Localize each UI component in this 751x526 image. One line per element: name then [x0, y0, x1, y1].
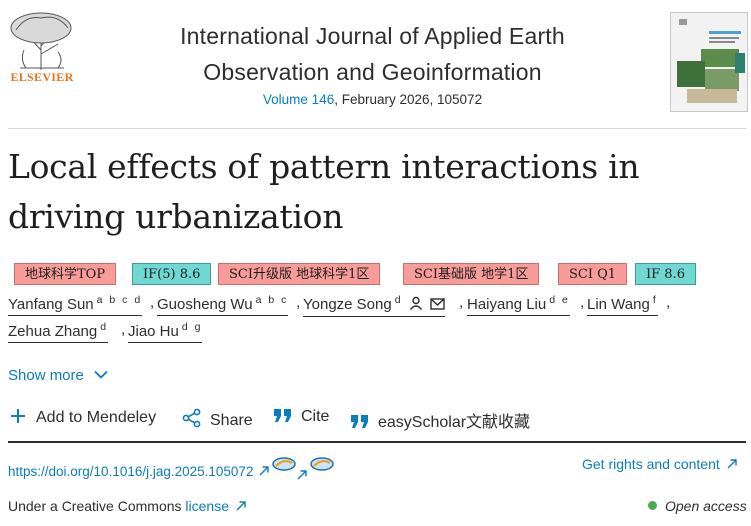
open-access-dot-icon — [648, 501, 657, 510]
toolbar-divider — [8, 441, 746, 443]
altmetric-badge-icon[interactable] — [271, 456, 297, 477]
license-statement: Under a Creative Commons license — [8, 498, 246, 514]
author-link-corresponding[interactable]: Yongze Song d — [303, 294, 445, 317]
author-separator: , — [121, 321, 126, 338]
author-link[interactable]: Guosheng Wu a b c — [157, 294, 289, 316]
volume-link[interactable]: Volume 146 — [263, 92, 334, 107]
badge-if5: IF(5) 8.6 — [132, 263, 212, 285]
journal-title[interactable]: International Journal of Applied Earth O… — [100, 18, 645, 90]
author-link[interactable]: Zehua Zhang d — [8, 321, 109, 343]
external-arrow-icon — [297, 467, 307, 485]
share-button[interactable]: Share — [182, 408, 253, 433]
plus-icon — [10, 408, 26, 429]
author-separator: , — [666, 294, 671, 311]
badge-sci-q1: SCI Q1 — [558, 263, 628, 285]
show-more-button[interactable]: Show more — [8, 366, 108, 384]
badge-if: IF 8.6 — [635, 263, 696, 285]
get-rights-link[interactable]: Get rights and content — [582, 456, 737, 472]
author-link[interactable]: Lin Wang f — [587, 294, 658, 316]
external-arrow-icon — [727, 456, 737, 472]
quote-icon — [273, 408, 292, 428]
open-access-indicator: Open access — [648, 498, 747, 514]
author-separator: , — [296, 294, 301, 311]
share-icon — [182, 408, 202, 433]
header-divider — [8, 128, 746, 129]
author-separator: , — [150, 294, 155, 311]
author-separator: , — [459, 294, 464, 311]
badge-sci-upgrade: SCI升级版 地球科学1区 — [218, 263, 381, 285]
license-link[interactable]: license — [185, 498, 229, 514]
mail-icon — [430, 297, 445, 314]
add-to-mendeley-button[interactable]: Add to Mendeley — [10, 408, 156, 429]
external-arrow-icon — [236, 498, 246, 514]
author-link[interactable]: Jiao Hu d g — [128, 321, 203, 343]
doi-link[interactable]: https://doi.org/10.1016/j.jag.2025.10507… — [8, 464, 269, 479]
author-link[interactable]: Haiyang Liu d e — [467, 294, 570, 316]
author-link[interactable]: Yanfang Sun a b c d — [8, 294, 143, 316]
article-title: Local effects of pattern interactions in… — [8, 147, 640, 236]
quote-icon — [350, 414, 369, 434]
journal-cover[interactable] — [670, 12, 748, 112]
badge-sci-basic: SCI基础版 地学1区 — [403, 263, 540, 285]
badge-earth-science-top: 地球科学TOP — [14, 263, 117, 285]
author-separator: , — [580, 294, 585, 311]
easyscholar-button[interactable]: easyScholar文献收藏 — [350, 408, 530, 434]
journal-issue-info: Volume 146, February 2026, 105072 — [262, 92, 483, 107]
publisher-wordmark: ELSEVIER — [10, 70, 74, 84]
person-icon — [409, 296, 423, 314]
chevron-down-icon — [94, 366, 108, 383]
altmetric-badge-icon[interactable] — [309, 456, 335, 477]
cite-button[interactable]: Cite — [273, 408, 329, 428]
external-arrow-icon — [259, 464, 269, 479]
